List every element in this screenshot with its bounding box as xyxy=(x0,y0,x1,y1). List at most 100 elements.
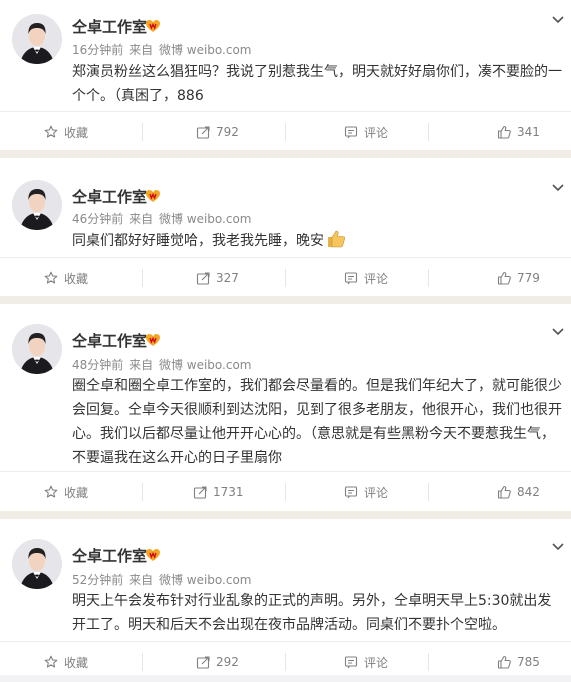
chevron-down-icon[interactable] xyxy=(551,539,565,553)
repost-icon xyxy=(196,656,210,669)
favorite-label: 收藏 xyxy=(64,655,89,670)
vip-badge-icon xyxy=(145,189,161,203)
separator xyxy=(428,269,429,287)
repost-count: 1731 xyxy=(213,485,244,499)
thumbs-up-icon xyxy=(497,655,511,669)
like-button[interactable]: 341 xyxy=(497,112,540,152)
chevron-down-icon[interactable] xyxy=(551,324,565,338)
repost-button[interactable]: 792 xyxy=(196,112,239,152)
repost-icon xyxy=(196,126,210,139)
like-button[interactable]: 842 xyxy=(497,472,540,512)
star-icon xyxy=(44,655,58,668)
like-count: 779 xyxy=(517,271,540,285)
weibo-post: 仝卓工作室 48分钟前 来自 微博 weibo.com 圈仝卓和圈仝卓工作室的，… xyxy=(0,304,571,511)
action-bar: 收藏 292 评论 785 xyxy=(0,641,571,682)
post-divider xyxy=(0,296,571,304)
post-content: 明天上午会发布针对行业乱象的正式的声明。另外，仝卓明天早上5:30就出发开工了。… xyxy=(72,593,552,633)
avatar[interactable] xyxy=(12,14,62,64)
repost-icon xyxy=(193,486,207,499)
favorite-button[interactable]: 收藏 xyxy=(44,112,88,152)
repost-button[interactable]: 327 xyxy=(196,258,239,298)
favorite-label: 收藏 xyxy=(64,125,89,140)
comment-icon xyxy=(344,126,358,139)
comment-label: 评论 xyxy=(364,125,389,140)
post-time: 52分钟前 xyxy=(72,573,124,587)
comment-label: 评论 xyxy=(364,271,389,286)
separator xyxy=(285,269,286,287)
post-time: 46分钟前 xyxy=(72,212,124,226)
vip-badge-icon xyxy=(145,333,161,347)
avatar[interactable] xyxy=(12,539,62,589)
author-name[interactable]: 仝卓工作室 xyxy=(72,186,147,207)
like-count: 785 xyxy=(517,655,540,669)
separator xyxy=(428,123,429,141)
vip-badge-icon xyxy=(145,19,161,33)
action-bar: 收藏 1731 评论 842 xyxy=(0,471,571,512)
repost-count: 327 xyxy=(216,271,239,285)
repost-count: 792 xyxy=(216,125,239,139)
thumbs-up-icon xyxy=(497,125,511,139)
post-text: 同桌们都好好睡觉哈，我老我先睡，晚安 xyxy=(72,233,324,249)
comment-button[interactable]: 评论 xyxy=(344,258,388,298)
chevron-down-icon[interactable] xyxy=(551,180,565,194)
separator xyxy=(285,483,286,501)
post-divider xyxy=(0,511,571,519)
repost-icon xyxy=(196,272,210,285)
repost-count: 292 xyxy=(216,655,239,669)
like-button[interactable]: 779 xyxy=(497,258,540,298)
post-content: 圈仝卓和圈仝卓工作室的，我们都会尽量看的。但是我们年纪大了，就可能很少会回复。仝… xyxy=(72,378,562,466)
post-content: 郑演员粉丝这么猖狂吗？我说了别惹我生气，明天就好好扇你们，凑不要脸的一个个。（真… xyxy=(72,64,562,104)
author-name[interactable]: 仝卓工作室 xyxy=(72,16,147,37)
author-name[interactable]: 仝卓工作室 xyxy=(72,330,147,351)
post-time: 16分钟前 xyxy=(72,43,124,57)
separator xyxy=(142,123,143,141)
repost-button[interactable]: 1731 xyxy=(193,472,244,512)
source-prefix: 来自 xyxy=(129,212,154,226)
like-button[interactable]: 785 xyxy=(497,642,540,682)
separator xyxy=(285,653,286,671)
separator xyxy=(285,123,286,141)
source-prefix: 来自 xyxy=(129,358,154,372)
avatar[interactable] xyxy=(12,180,62,230)
source-prefix: 来自 xyxy=(129,43,154,57)
like-count: 341 xyxy=(517,125,540,139)
post-source: 微博 weibo.com xyxy=(158,573,252,587)
thumbs-up-icon xyxy=(497,485,511,499)
separator xyxy=(142,269,143,287)
weibo-post: 仝卓工作室 52分钟前 来自 微博 weibo.com 明天上午会发布针对行业乱… xyxy=(0,519,571,675)
post-meta: 48分钟前 来自 微博 weibo.com xyxy=(72,356,254,373)
separator xyxy=(142,653,143,671)
favorite-button[interactable]: 收藏 xyxy=(44,258,88,298)
separator xyxy=(428,483,429,501)
star-icon xyxy=(44,125,58,138)
comment-icon xyxy=(344,486,358,499)
action-bar: 收藏 792 评论 341 xyxy=(0,111,571,152)
post-time: 48分钟前 xyxy=(72,358,124,372)
like-count: 842 xyxy=(517,485,540,499)
post-meta: 16分钟前 来自 微博 weibo.com xyxy=(72,41,254,58)
comment-label: 评论 xyxy=(364,655,389,670)
star-icon xyxy=(44,271,58,284)
weibo-post: 仝卓工作室 16分钟前 来自 微博 weibo.com 郑演员粉丝这么猖狂吗？我… xyxy=(0,0,571,150)
post-meta: 46分钟前 来自 微博 weibo.com xyxy=(72,210,254,227)
repost-button[interactable]: 292 xyxy=(196,642,239,682)
post-content: 同桌们都好好睡觉哈，我老我先睡，晚安 xyxy=(72,229,564,253)
favorite-button[interactable]: 收藏 xyxy=(44,642,88,682)
avatar[interactable] xyxy=(12,324,62,374)
post-source: 微博 weibo.com xyxy=(158,43,252,57)
author-name[interactable]: 仝卓工作室 xyxy=(72,545,147,566)
favorite-label: 收藏 xyxy=(64,271,89,286)
chevron-down-icon[interactable] xyxy=(551,12,565,26)
separator xyxy=(142,483,143,501)
vip-badge-icon xyxy=(145,548,161,562)
weibo-post: 仝卓工作室 46分钟前 来自 微博 weibo.com 同桌们都好好睡觉哈，我老… xyxy=(0,158,571,296)
favorite-button[interactable]: 收藏 xyxy=(44,472,88,512)
action-bar: 收藏 327 评论 779 xyxy=(0,257,571,298)
thumbs-up-emoji xyxy=(327,230,346,248)
comment-button[interactable]: 评论 xyxy=(344,112,388,152)
comment-label: 评论 xyxy=(364,485,389,500)
comment-button[interactable]: 评论 xyxy=(344,472,388,512)
star-icon xyxy=(44,485,58,498)
comment-button[interactable]: 评论 xyxy=(344,642,388,682)
post-meta: 52分钟前 来自 微博 weibo.com xyxy=(72,571,254,588)
